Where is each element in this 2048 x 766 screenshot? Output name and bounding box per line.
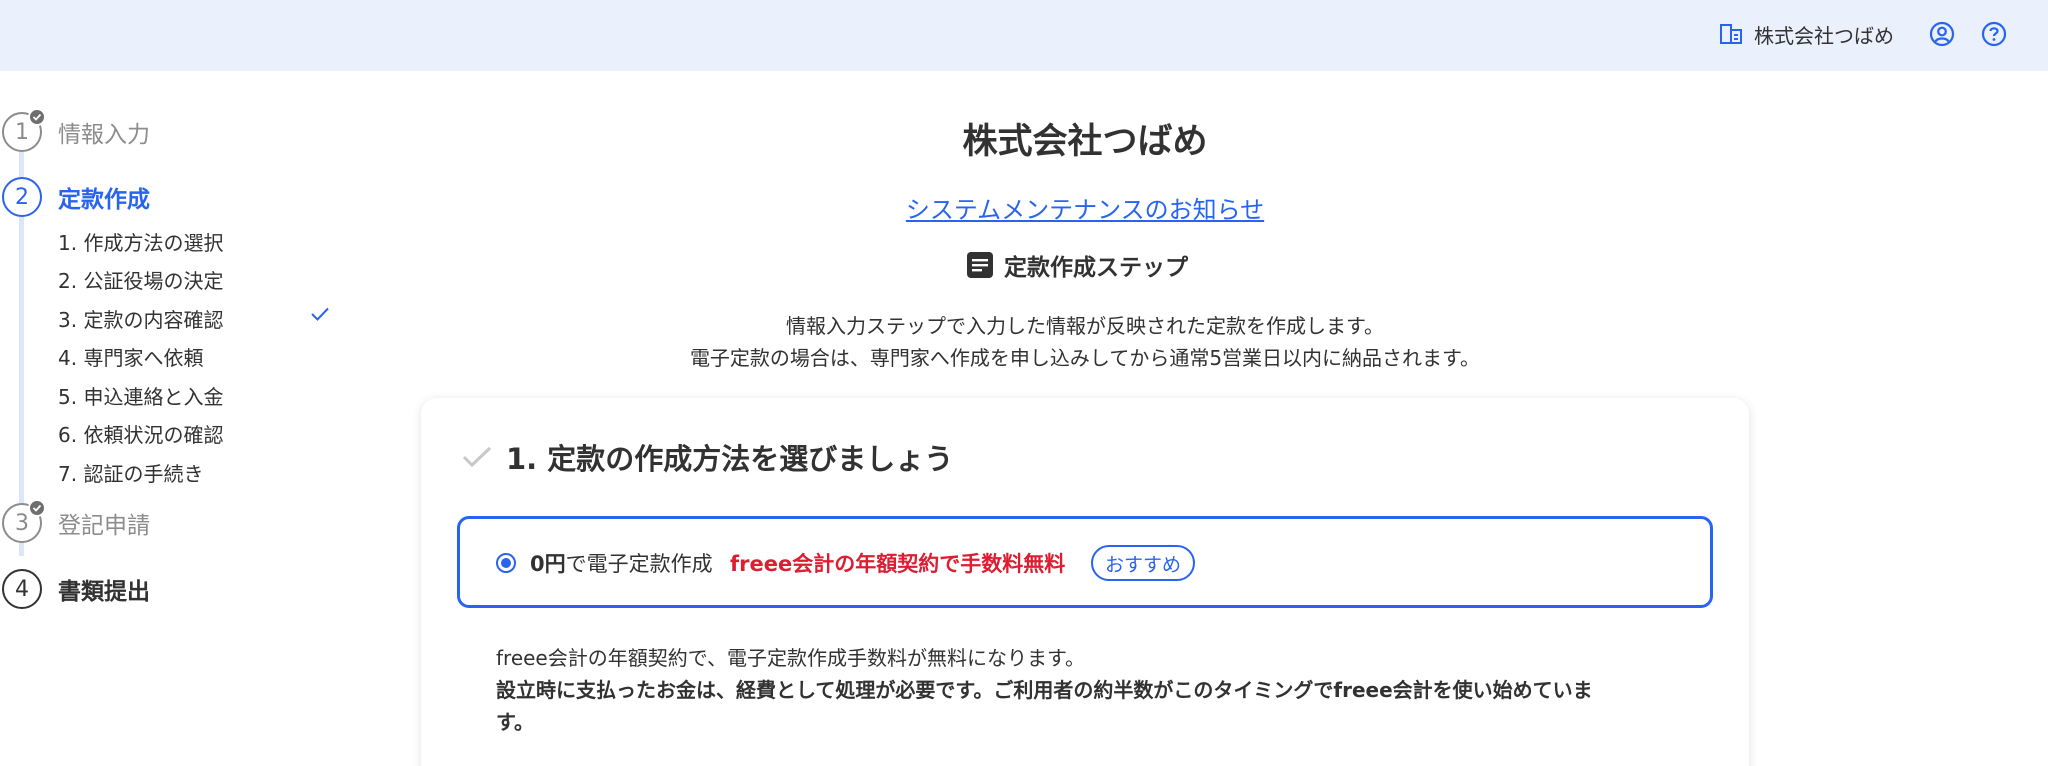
- step-heading-text: 定款作成ステップ: [1004, 255, 1188, 281]
- maintenance-notice-link[interactable]: システムメンテナンスのお知らせ: [880, 190, 1290, 225]
- check-icon: [462, 446, 492, 468]
- substep-content-check[interactable]: 3. 定款の内容確認: [58, 304, 223, 333]
- checkmark-icon: [310, 306, 330, 326]
- substep-choose-method[interactable]: 1. 作成方法の選択: [58, 227, 223, 256]
- step-number: 1: [2, 108, 46, 152]
- company-switcher[interactable]: 株式会社つばめ: [1718, 18, 1894, 50]
- company-name: 株式会社つばめ: [1754, 23, 1894, 48]
- promo-text: freee会計の年額契約で手数料無料: [730, 552, 1066, 576]
- radio-selected[interactable]: [496, 553, 516, 573]
- option-free-electronic-articles[interactable]: 0円 で電子定款作成 freee会計の年額契約で手数料無料 おすすめ: [457, 516, 1713, 608]
- account-button[interactable]: [1928, 20, 1956, 48]
- card-text-line2: 設立時に支払ったお金は、経費として処理が必要です。ご利用者の約半数がこのタイミン…: [496, 678, 1593, 702]
- recommended-badge: おすすめ: [1091, 545, 1196, 581]
- option-label: 0円 で電子定款作成: [530, 548, 713, 578]
- substep-contact-payment[interactable]: 5. 申込連絡と入金: [58, 381, 223, 410]
- step-number: 2: [2, 177, 42, 217]
- step-registration[interactable]: 3 登記申請: [2, 499, 150, 543]
- step-number: 4: [2, 569, 42, 609]
- step-number: 3: [2, 499, 46, 543]
- card-text-line1: freee会計の年額契約で、電子定款作成手数料が無料になります。: [496, 646, 1085, 670]
- page-title: 株式会社つばめ: [962, 122, 1208, 162]
- step-description-line1: 情報入力ステップで入力した情報が反映された定款を作成します。: [786, 314, 1384, 338]
- step-sidebar: 1 情報入力 2 定款作成 1. 作成方法の選択 2. 公証役場の決定 3. 定…: [0, 71, 360, 766]
- option-price: 0円: [530, 552, 566, 576]
- option-label-rest: で電子定款作成: [565, 552, 713, 576]
- step-label: 書類提出: [58, 579, 150, 605]
- substep-notary-office[interactable]: 2. 公証役場の決定: [58, 265, 223, 294]
- help-button[interactable]: [1980, 20, 2008, 48]
- step-label: 定款作成: [58, 187, 150, 213]
- card-title-text: 1. 定款の作成方法を選びましょう: [506, 442, 954, 476]
- document-icon: [967, 252, 993, 278]
- step-info-input[interactable]: 1 情報入力: [2, 108, 150, 152]
- step-label: 情報入力: [58, 122, 150, 148]
- card-text-line3: す。: [496, 710, 534, 734]
- substep-certification[interactable]: 7. 認証の手続き: [58, 458, 203, 487]
- card-title: 1. 定款の作成方法を選びましょう: [462, 437, 953, 477]
- completed-check-icon: [28, 499, 46, 517]
- substep-request-expert[interactable]: 4. 専門家へ依頼: [58, 342, 203, 371]
- company-icon: [1720, 24, 1742, 44]
- step-heading: 定款作成ステップ: [966, 248, 1188, 282]
- step-description-line2: 電子定款の場合は、専門家へ作成を申し込みしてから通常5営業日以内に納品されます。: [689, 346, 1481, 370]
- step-label: 登記申請: [58, 513, 150, 539]
- step-articles-creation[interactable]: 2 定款作成: [2, 177, 150, 217]
- completed-check-icon: [28, 108, 46, 126]
- top-header: 株式会社つばめ: [0, 0, 2048, 71]
- help-icon: [1981, 21, 2007, 47]
- substep-request-status[interactable]: 6. 依頼状況の確認: [58, 419, 223, 448]
- step-document-submission[interactable]: 4 書類提出: [2, 569, 150, 609]
- account-icon: [1929, 21, 1955, 47]
